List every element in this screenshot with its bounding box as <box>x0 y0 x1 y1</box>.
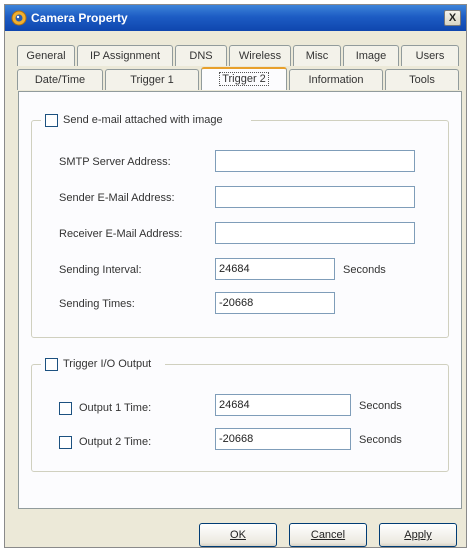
smtp-server-label: SMTP Server Address: <box>59 156 171 168</box>
output-2-unit: Seconds <box>359 434 402 446</box>
tab-dns[interactable]: DNS <box>175 45 227 66</box>
tab-trigger-1[interactable]: Trigger 1 <box>105 69 199 90</box>
output-1-input[interactable]: 24684 <box>215 394 351 416</box>
smtp-server-input[interactable] <box>215 150 415 172</box>
sender-email-input[interactable] <box>215 186 415 208</box>
title-bar[interactable]: Camera Property X <box>5 5 466 31</box>
sending-interval-unit: Seconds <box>343 264 386 276</box>
tab-misc[interactable]: Misc <box>293 45 341 66</box>
tab-date-time[interactable]: Date/Time <box>17 69 103 90</box>
trigger-2-panel: Send e-mail attached with image SMTP Ser… <box>18 91 462 509</box>
output-1-checkbox[interactable] <box>59 402 72 415</box>
tab-tools[interactable]: Tools <box>385 69 459 90</box>
cancel-button[interactable]: Cancel <box>289 523 367 547</box>
sending-interval-input[interactable]: 24684 <box>215 258 335 280</box>
sender-email-label: Sender E-Mail Address: <box>59 192 175 204</box>
apply-button[interactable]: Apply <box>379 523 457 547</box>
tab-image[interactable]: Image <box>343 45 399 66</box>
camera-app-icon <box>11 10 27 26</box>
sending-times-label: Sending Times: <box>59 298 135 310</box>
receiver-email-input[interactable] <box>215 222 415 244</box>
output-2-label: Output 2 Time: <box>79 436 152 448</box>
trigger-io-checkbox[interactable] <box>45 358 58 371</box>
close-button[interactable]: X <box>444 10 461 26</box>
sending-times-input[interactable]: -20668 <box>215 292 335 314</box>
io-group <box>31 364 449 472</box>
output-1-label: Output 1 Time: <box>79 402 152 414</box>
receiver-email-label: Receiver E-Mail Address: <box>59 228 183 240</box>
output-1-unit: Seconds <box>359 400 402 412</box>
send-email-label: Send e-mail attached with image <box>63 114 223 126</box>
ok-button[interactable]: OK <box>199 523 277 547</box>
output-2-checkbox[interactable] <box>59 436 72 449</box>
send-email-checkbox[interactable] <box>45 114 58 127</box>
sending-interval-label: Sending Interval: <box>59 264 142 276</box>
output-2-input[interactable]: -20668 <box>215 428 351 450</box>
tab-users[interactable]: Users <box>401 45 459 66</box>
tab-ip-assignment[interactable]: IP Assignment <box>77 45 173 66</box>
trigger-io-label: Trigger I/O Output <box>63 358 152 370</box>
tab-information[interactable]: Information <box>289 69 383 90</box>
tab-general[interactable]: General <box>17 45 75 66</box>
tab-trigger-2[interactable]: Trigger 2 <box>201 67 287 90</box>
window-title: Camera Property <box>31 11 128 25</box>
camera-property-dialog: Camera Property X General IP Assignment … <box>4 4 467 548</box>
tab-wireless[interactable]: Wireless <box>229 45 291 66</box>
